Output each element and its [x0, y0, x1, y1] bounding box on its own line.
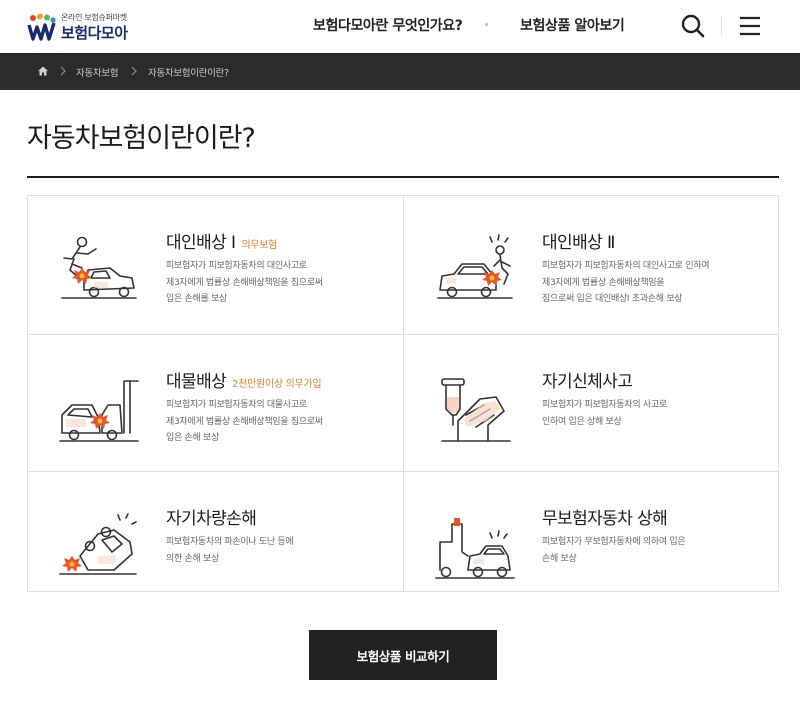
logo[interactable]: 온라인 보험슈퍼마켓 보험다모아 — [27, 9, 147, 43]
towed-car-icon — [435, 518, 515, 579]
coverage-description: 피보험자가 피보험자동차의 대인사고로 인하여 제3자에게 법률상 손해배상책임… — [542, 261, 710, 304]
coverage-title: 자기차량손해 — [166, 509, 257, 529]
header-divider — [721, 16, 722, 36]
nav-products[interactable]: 보험상품 알아보기 — [520, 15, 625, 35]
logo-name: 보험다모아 — [61, 24, 128, 42]
coverage-description: 피보험자가 피보험자동차의 대인사고로 제3자에게 법률상 손해배상책임을 짐으… — [166, 261, 323, 304]
chevron-right-icon — [131, 66, 137, 76]
coverage-description: 피보험자가 피보험자동차의 사고로 인하여 입은 상해 보상 — [542, 400, 667, 427]
coverage-title: 대인배상 Ⅱ — [542, 233, 615, 253]
car-collision-icon — [59, 380, 139, 442]
nav-separator-dot — [485, 23, 488, 26]
coverage-title: 대물배상 2천만원이상 의무가입 — [166, 372, 322, 392]
coverage-card-personal-injury: 자기신체사고 피보험자가 피보험자동차의 사고로 인하여 입은 상해 보상 — [403, 334, 778, 471]
page-title: 자동차보험이란이란? — [27, 123, 256, 154]
coverage-card-bodily-injury-1: 대인배상 Ⅰ 의무보험 피보험자가 피보험자동차의 대인사고로 제3자에게 법률상… — [28, 196, 403, 334]
menu-button[interactable] — [736, 12, 764, 40]
injured-arm-iv-icon — [441, 378, 511, 442]
search-icon — [681, 14, 705, 38]
breadcrumb-item-current: 자동차보험이란이란? — [148, 68, 229, 79]
mandatory-tag: 의무보험 — [241, 240, 277, 251]
search-button[interactable] — [678, 11, 708, 41]
overturned-car-icon — [59, 513, 137, 575]
hamburger-icon — [740, 16, 760, 36]
mandatory-tag: 2천만원이상 의무가입 — [232, 379, 322, 390]
person-hit-by-car-icon — [61, 236, 137, 299]
title-divider — [27, 176, 779, 178]
coverage-card-own-vehicle-damage: 자기차량손해 피보험자동차의 파손이나 도난 등에 의한 손해 보상 — [28, 471, 403, 591]
coverage-description: 피보험자동차의 파손이나 도난 등에 의한 손해 보상 — [166, 537, 294, 564]
coverage-title: 대인배상 Ⅰ 의무보험 — [166, 233, 277, 253]
logo-mark-icon — [27, 13, 56, 41]
home-icon[interactable] — [37, 65, 49, 77]
coverage-card-uninsured-motorist: 무보험자동차 상해 피보험자가 무보험자동차에 의하여 입은 손해 보상 — [403, 471, 778, 591]
coverage-title: 무보험자동차 상해 — [542, 509, 668, 529]
compare-products-button[interactable]: 보험상품 비교하기 — [309, 630, 497, 680]
coverage-description: 피보험자가 무보험자동차에 의하여 입은 손해 보상 — [542, 537, 686, 564]
coverage-card-bodily-injury-2: 대인배상 Ⅱ 피보험자가 피보험자동차의 대인사고로 인하여 제3자에게 법률상… — [403, 196, 778, 334]
chevron-right-icon — [60, 66, 66, 76]
breadcrumb-item-car-insurance[interactable]: 자동차보험 — [76, 65, 119, 79]
coverage-grid: 대인배상 Ⅰ 의무보험 피보험자가 피보험자동차의 대인사고로 제3자에게 법률상… — [27, 195, 779, 592]
car-hitting-person-icon — [437, 234, 513, 299]
coverage-card-property-damage: 대물배상 2천만원이상 의무가입 피보험자가 피보험자동차의 대물사고로 제3자에… — [28, 334, 403, 471]
coverage-description: 피보험자가 피보험자동차의 대물사고로 제3자에게 법률상 손해배상책임을 짐으… — [166, 400, 323, 443]
site-header: 온라인 보험슈퍼마켓 보험다모아 보험다모아란 무엇인가요? 보험상품 알아보기 — [0, 0, 800, 53]
breadcrumb: 자동차보험 자동차보험이란이란? — [0, 53, 800, 90]
coverage-title: 자기신체사고 — [542, 372, 633, 392]
nav-about[interactable]: 보험다모아란 무엇인가요? — [313, 15, 463, 35]
